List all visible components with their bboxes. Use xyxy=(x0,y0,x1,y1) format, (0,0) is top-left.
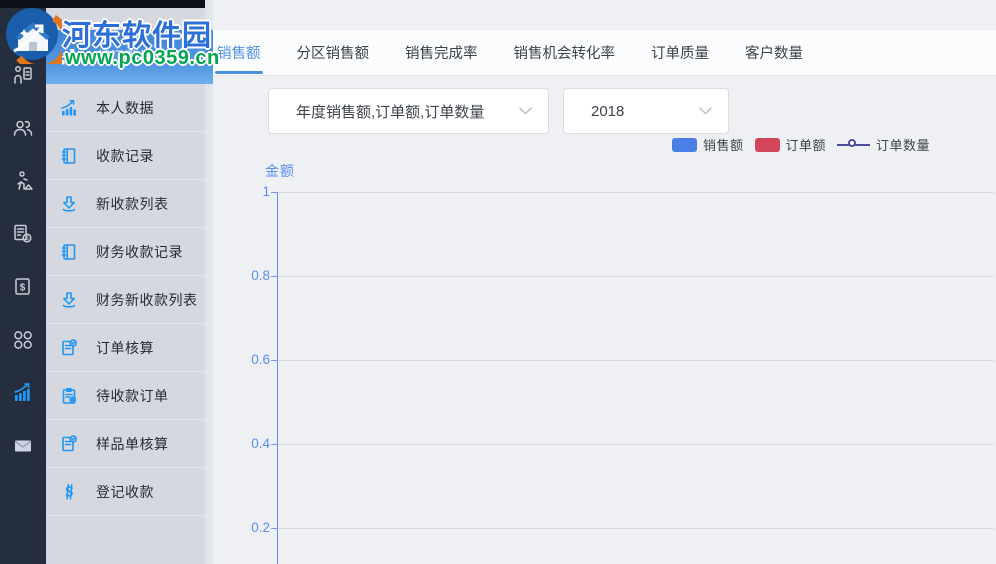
sidebar-item-label: 登记收款 xyxy=(96,484,154,500)
y-axis-line xyxy=(277,192,278,564)
svg-text:$: $ xyxy=(20,283,26,294)
legend-swatch-blue xyxy=(672,137,697,152)
tabbar: 销售额 分区销售额 销售完成率 销售机会转化率 订单质量 客户数量 xyxy=(213,30,996,76)
sidebar-item-label: 财务收款记录 xyxy=(96,244,183,260)
sidebar-item-label: 财务新收款列表 xyxy=(96,292,198,308)
legend-line-marker-icon xyxy=(837,138,871,152)
trend-chart-icon xyxy=(59,98,79,118)
nav-modules[interactable] xyxy=(0,320,46,360)
metric-select[interactable]: 年度销售额,订单额,订单数量 xyxy=(268,88,549,134)
legend-item-sales-amount[interactable]: 销售额 xyxy=(672,135,744,154)
mail-icon xyxy=(14,440,32,452)
tab-region-sales[interactable]: 分区销售额 xyxy=(297,30,370,76)
y-tick-label: 0.4 xyxy=(251,436,270,451)
tab-order-quality[interactable]: 订单质量 xyxy=(651,30,709,76)
sidebar-item-new-payment-list[interactable]: 新收款列表 xyxy=(46,180,213,228)
sidebar-item-label: 待收款订单 xyxy=(96,388,169,404)
metric-select-value: 年度销售额,订单额,订单数量 xyxy=(296,103,485,121)
primary-nav: $ $ xyxy=(0,0,46,564)
download-list-icon xyxy=(59,290,79,310)
y-tick-mark xyxy=(271,360,278,361)
sidebar-item-finance-payment-records[interactable]: 财务收款记录 xyxy=(46,228,213,276)
sidebar-item-pending-payment-orders[interactable]: 待收款订单 xyxy=(46,372,213,420)
gridline xyxy=(278,528,994,529)
y-tick-label: 0.8 xyxy=(251,268,270,283)
y-tick-label: 0.6 xyxy=(251,352,270,367)
dollar-icon xyxy=(59,482,79,502)
gridline xyxy=(278,276,994,277)
sidebar-menu: 本人数据 收款记录 新收款列表 财务收款记录 财务新收款列表 订单核算 待收款订… xyxy=(46,84,213,516)
chevron-down-icon xyxy=(519,107,532,115)
bar-chart-icon xyxy=(59,47,79,67)
legend-item-order-count[interactable]: 订单数量 xyxy=(837,135,930,154)
legend-label: 订单额 xyxy=(785,138,827,153)
year-select-value: 2018 xyxy=(591,102,625,120)
gridline xyxy=(278,444,994,445)
nav-payment[interactable]: $ xyxy=(0,267,46,307)
y-tick-label: 0.2 xyxy=(251,520,270,535)
sidebar-item-finance-new-payment-list[interactable]: 财务新收款列表 xyxy=(46,276,213,324)
sidebar-item-label: 本人数据 xyxy=(96,100,154,116)
doc-check-icon xyxy=(59,338,79,358)
tab-opportunity-conversion[interactable]: 销售机会转化率 xyxy=(514,30,616,76)
titlebar-strip xyxy=(0,0,205,8)
sidebar-item-register-payment[interactable]: 登记收款 xyxy=(46,468,213,516)
nav-mail[interactable] xyxy=(0,426,46,466)
tab-completion-rate[interactable]: 销售完成率 xyxy=(405,30,478,76)
sidebar-item-label: 部门数据 xyxy=(96,49,154,65)
y-tick-mark xyxy=(271,444,278,445)
customers-icon xyxy=(13,120,33,136)
gridline xyxy=(278,192,994,193)
gridline xyxy=(278,360,994,361)
chart-legend: 销售额 订单额 订单数量 xyxy=(672,135,941,154)
doc-check-icon xyxy=(59,434,79,454)
clipboard-gear-icon xyxy=(59,386,79,406)
sidebar-item-label: 收款记录 xyxy=(96,148,154,164)
nav-field-work[interactable] xyxy=(0,161,46,201)
legend-label: 销售额 xyxy=(703,138,744,153)
chevron-down-icon xyxy=(699,107,712,115)
tab-sales-amount[interactable]: 销售额 xyxy=(215,30,262,76)
y-axis-title: 金额 xyxy=(265,163,295,179)
sidebar-item-order-accounting[interactable]: 订单核算 xyxy=(46,324,213,372)
ledger-icon xyxy=(59,146,79,166)
secondary-nav: 部门数据 本人数据 收款记录 新收款列表 财务收款记录 财务新收款列表 订单核算… xyxy=(46,0,213,564)
y-tick-mark xyxy=(271,192,278,193)
y-tick-mark xyxy=(271,276,278,277)
legend-swatch-red xyxy=(754,137,780,152)
app-window: $ $ 部门数据 本人数据 收款记录 新收款列表 财务收款记录 财务新收款列表 … xyxy=(0,0,996,564)
sidebar-item-label: 订单核算 xyxy=(96,340,154,356)
nav-workbench[interactable] xyxy=(0,55,46,95)
nav-customers[interactable] xyxy=(0,108,46,148)
sidebar-item-my-data[interactable]: 本人数据 xyxy=(46,84,213,132)
sidebar-item-sample-order-accounting[interactable]: 样品单核算 xyxy=(46,420,213,468)
payment-board-icon: $ xyxy=(15,278,30,295)
y-tick-mark xyxy=(271,528,278,529)
statistics-icon xyxy=(14,383,30,401)
nav-billing[interactable]: $ xyxy=(0,214,46,254)
billing-doc-icon: $ xyxy=(14,224,32,243)
sidebar-item-dept-data[interactable]: 部门数据 xyxy=(46,30,213,84)
modules-icon xyxy=(14,331,32,349)
legend-item-order-amount[interactable]: 订单额 xyxy=(754,135,827,154)
tab-customer-count[interactable]: 客户数量 xyxy=(745,30,803,76)
download-list-icon xyxy=(59,194,79,214)
main-content: 销售额 分区销售额 销售完成率 销售机会转化率 订单质量 客户数量 年度销售额,… xyxy=(213,0,996,564)
y-tick-label: 1 xyxy=(262,184,270,199)
sidebar-item-payment-records[interactable]: 收款记录 xyxy=(46,132,213,180)
legend-label: 订单数量 xyxy=(876,138,931,153)
sidebar-item-label: 新收款列表 xyxy=(96,196,169,212)
ledger-icon xyxy=(59,242,79,262)
nav-statistics[interactable] xyxy=(0,373,46,413)
sidebar-item-label: 样品单核算 xyxy=(96,436,169,452)
year-select[interactable]: 2018 xyxy=(563,88,729,134)
workbench-icon xyxy=(14,66,32,84)
field-work-icon xyxy=(17,171,33,190)
